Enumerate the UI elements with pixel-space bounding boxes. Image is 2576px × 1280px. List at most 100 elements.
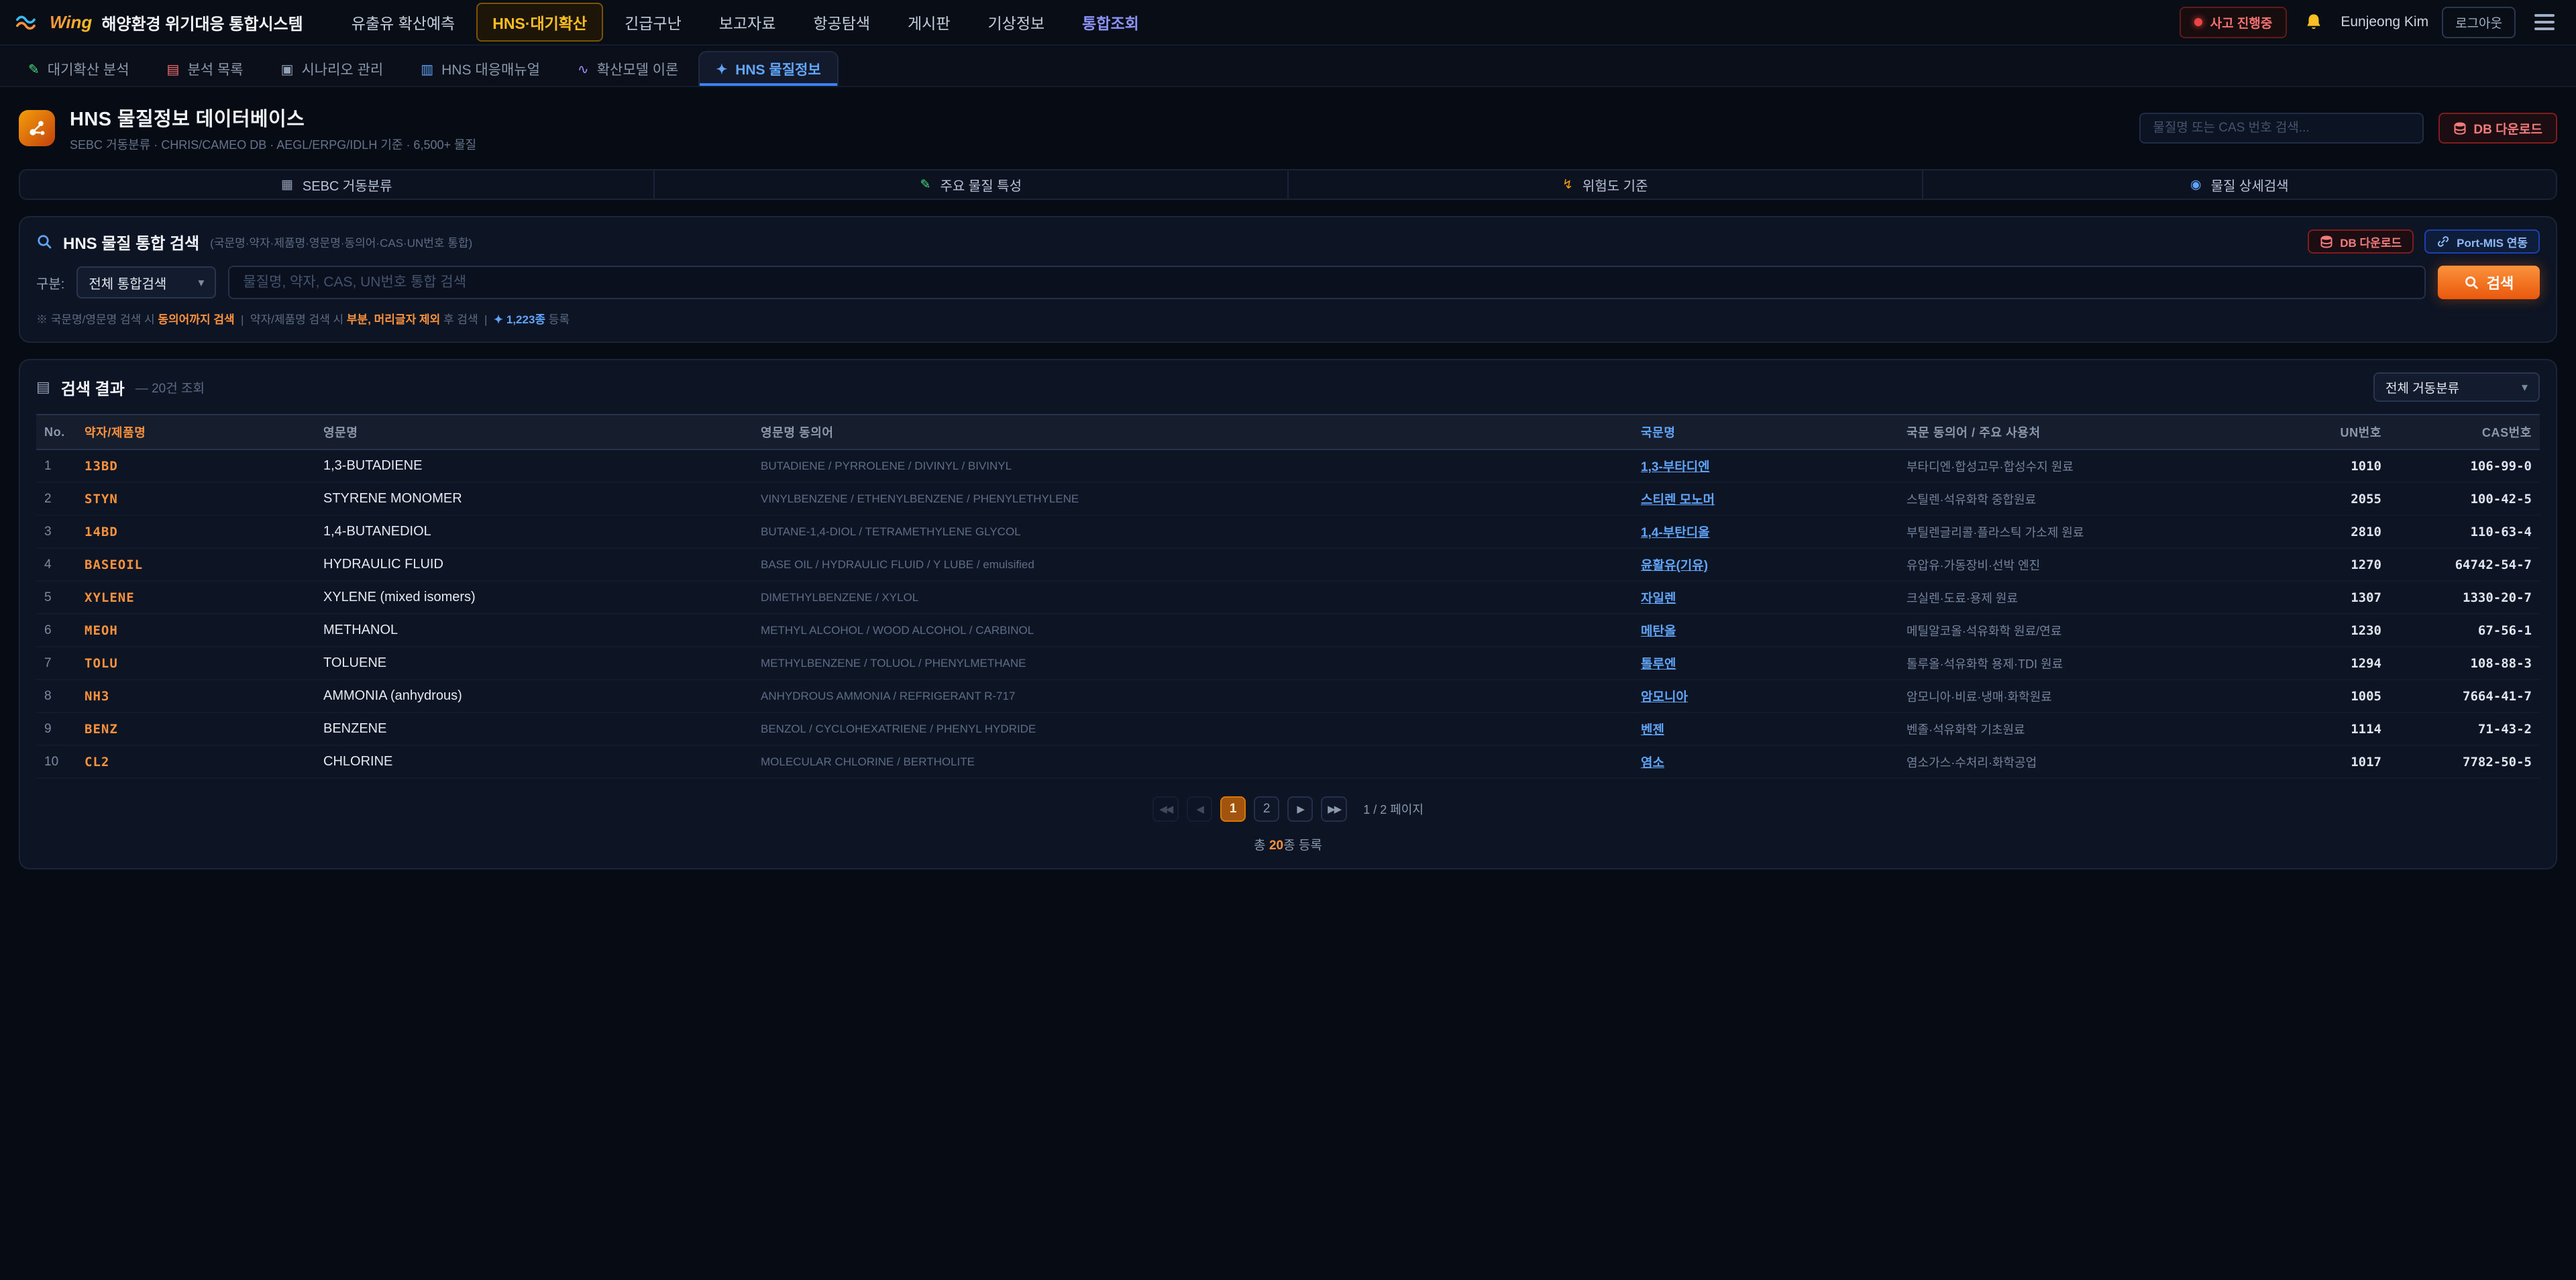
section-tab[interactable]: ▦ SEBC 거동분류 (20, 170, 653, 199)
module-tab[interactable]: ✦ HNS 물질정보 (698, 51, 838, 86)
section-tab[interactable]: ↯ 위험도 기준 (1287, 170, 1922, 199)
english-name-cell: AMMONIA (anhydrous) (315, 680, 753, 712)
english-name-cell: TOLUENE (315, 647, 753, 680)
notifications-button[interactable] (2300, 9, 2327, 36)
topnav-item[interactable]: 유출유 확산예측 (335, 3, 472, 42)
folder-icon: ▣ (281, 61, 294, 78)
section-tab-label: SEBC 거동분류 (303, 175, 392, 195)
help-segment: ※ 국문명/영문명 검색 시 (36, 313, 158, 326)
topnav-item[interactable]: 기상정보 (972, 3, 1061, 42)
incident-dot-icon (2194, 18, 2202, 26)
abbr-cell: 13BD (76, 449, 315, 482)
table-row[interactable]: 3 14BD 1,4-BUTANEDIOL BUTANE-1,4-DIOL / … (36, 515, 2540, 548)
english-name-cell: XYLENE (mixed isomers) (315, 581, 753, 614)
help-segment: 부분, 머리글자 제외 (347, 313, 440, 326)
table-row[interactable]: 8 NH3 AMMONIA (anhydrous) ANHYDROUS AMMO… (36, 680, 2540, 712)
korean-name-link[interactable]: 1,4-부탄디올 (1641, 526, 1710, 540)
page-button-1[interactable]: 1 (1220, 796, 1246, 822)
first-page-button[interactable]: ◀◀ (1152, 796, 1179, 822)
list-icon: ▤ (36, 378, 50, 396)
col-english-name[interactable]: 영문명 (315, 415, 753, 449)
table-row[interactable]: 6 MEOH METHANOL METHYL ALCOHOL / WOOD AL… (36, 614, 2540, 647)
topnav-item[interactable]: HNS·대기확산 (476, 3, 603, 42)
korean-synonym-cell: 부틸렌글리콜·플라스틱 가소제 원료 (1898, 515, 2266, 548)
unified-search-input[interactable] (228, 266, 2426, 299)
panel-db-download-button[interactable]: DB 다운로드 (2308, 229, 2414, 254)
prev-page-button[interactable]: ◀ (1187, 796, 1212, 822)
search-type-select[interactable]: 전체 통합검색 ▾ (76, 266, 216, 299)
results-count: — 20건 조회 (136, 378, 205, 396)
un-number-cell: 1294 (2266, 647, 2390, 680)
row-number: 1 (36, 449, 76, 482)
search-icon (2464, 275, 2479, 290)
table-row[interactable]: 1 13BD 1,3-BUTADIENE BUTADIENE / PYRROLE… (36, 449, 2540, 482)
page-indicator: 1 / 2 페이지 (1363, 800, 1424, 818)
table-row[interactable]: 4 BASEOIL HYDRAULIC FLUID BASE OIL / HYD… (36, 548, 2540, 581)
korean-name-link[interactable]: 염소 (1641, 756, 1664, 770)
korean-name-link[interactable]: 메탄올 (1641, 625, 1676, 639)
module-tab[interactable]: ▥ HNS 대응매뉴얼 (403, 51, 557, 86)
module-tab[interactable]: ▣ 시나리오 관리 (264, 51, 401, 86)
tab-label: 대기확산 분석 (48, 59, 129, 79)
topnav-item[interactable]: 항공탐색 (797, 3, 886, 42)
korean-name-link[interactable]: 윤활유(기유) (1641, 559, 1708, 573)
cas-number-cell: 7664-41-7 (2390, 680, 2540, 712)
module-tab[interactable]: ∿ 확산모델 이론 (560, 51, 696, 86)
logout-button[interactable]: 로그아웃 (2442, 7, 2516, 38)
table-row[interactable]: 5 XYLENE XYLENE (mixed isomers) DIMETHYL… (36, 581, 2540, 614)
english-name-cell: 1,4-BUTANEDIOL (315, 515, 753, 548)
korean-name-link[interactable]: 벤젠 (1641, 723, 1664, 737)
last-page-button[interactable]: ▶▶ (1321, 796, 1347, 822)
korean-name-link[interactable]: 자일렌 (1641, 592, 1676, 606)
english-synonym-cell: BUTADIENE / PYRROLENE / DIVINYL / BIVINY… (753, 449, 1633, 482)
portmis-link-button[interactable]: Port-MIS 연동 (2424, 229, 2540, 254)
table-row[interactable]: 10 CL2 CHLORINE MOLECULAR CHLORINE / BER… (36, 745, 2540, 778)
next-page-button[interactable]: ▶ (1287, 796, 1313, 822)
total-count-value: 20 (1269, 839, 1283, 853)
korean-name-link[interactable]: 암모니아 (1641, 690, 1688, 704)
abbr-cell: CL2 (76, 745, 315, 778)
table-row[interactable]: 7 TOLU TOLUENE METHYLBENZENE / TOLUOL / … (36, 647, 2540, 680)
table-row[interactable]: 2 STYN STYRENE MONOMER VINYLBENZENE / ET… (36, 482, 2540, 515)
korean-name-link[interactable]: 스티렌 모노머 (1641, 493, 1715, 507)
korean-name-link[interactable]: 톨루엔 (1641, 657, 1676, 672)
module-tab[interactable]: ▤ 분석 목록 (150, 51, 261, 86)
header-db-download-button[interactable]: DB 다운로드 (2438, 113, 2557, 144)
col-abbr[interactable]: 약자/제품명 (76, 415, 315, 449)
section-tab[interactable]: ✎ 주요 물질 특성 (653, 170, 1288, 199)
help-segment: ✦ 1,223종 (494, 313, 545, 326)
korean-synonym-cell: 벤졸·석유화학 기초원료 (1898, 712, 2266, 745)
english-synonym-cell: BENZOL / CYCLOHEXATRIENE / PHENYL HYDRID… (753, 712, 1633, 745)
results-table-body: 1 13BD 1,3-BUTADIENE BUTADIENE / PYRROLE… (36, 449, 2540, 778)
header-quick-search-input[interactable] (2139, 113, 2424, 144)
tab-label: HNS 대응매뉴얼 (441, 59, 540, 79)
topnav-item[interactable]: 보고자료 (703, 3, 792, 42)
col-english-synonym: 영문명 동의어 (753, 415, 1633, 449)
page-button-2[interactable]: 2 (1254, 796, 1279, 822)
topnav-item[interactable]: 통합조회 (1066, 3, 1155, 42)
row-number: 3 (36, 515, 76, 548)
database-icon (2453, 121, 2467, 135)
search-panel-note: (국문명·약자·제품명·영문명·동의어·CAS·UN번호 통합) (210, 233, 472, 250)
search-button[interactable]: 검색 (2438, 266, 2540, 299)
col-cas-number: CAS번호 (2390, 415, 2540, 449)
korean-name-link[interactable]: 1,3-부타디엔 (1641, 460, 1710, 474)
help-segment: 후 검색 | (440, 313, 494, 326)
hamburger-menu-button[interactable] (2529, 9, 2560, 36)
topnav-item[interactable]: 긴급구난 (608, 3, 698, 42)
module-tab[interactable]: ✎ 대기확산 분석 (11, 51, 147, 86)
col-korean-name[interactable]: 국문명 (1633, 415, 1898, 449)
english-name-cell: HYDRAULIC FLUID (315, 548, 753, 581)
last-page-icon: ▶▶ (1328, 803, 1340, 815)
tab-label: HNS 물질정보 (735, 59, 820, 79)
behavior-filter-select[interactable]: 전체 거동분류 ▾ (2373, 372, 2540, 402)
topnav-item[interactable]: 게시판 (892, 3, 966, 42)
row-number: 7 (36, 647, 76, 680)
table-row[interactable]: 9 BENZ BENZENE BENZOL / CYCLOHEXATRIENE … (36, 712, 2540, 745)
main-menu: 유출유 확산예측HNS·대기확산긴급구난보고자료항공탐색게시판기상정보통합조회 (335, 3, 1155, 42)
row-number: 5 (36, 581, 76, 614)
search-icon (36, 233, 52, 250)
section-tab[interactable]: ◉ 물질 상세검색 (1922, 170, 2557, 199)
cas-number-cell: 108-88-3 (2390, 647, 2540, 680)
row-number: 6 (36, 614, 76, 647)
